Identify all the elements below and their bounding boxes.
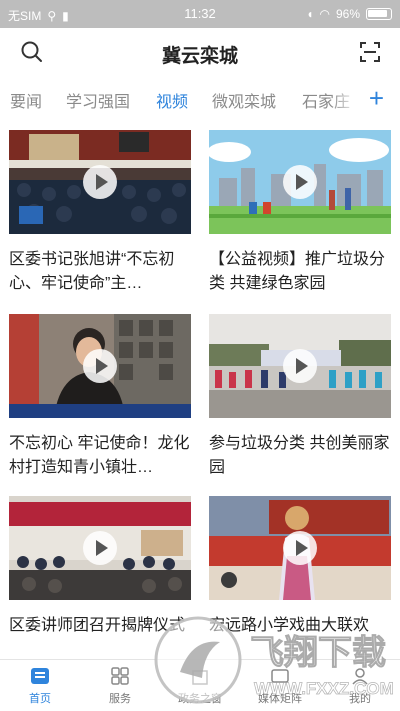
battery-percent: 96% — [335, 7, 360, 21]
play-icon[interactable] — [283, 165, 317, 199]
tab-weiguan[interactable]: 微观栾城 — [212, 88, 276, 112]
app-title: 冀云栾城 — [161, 46, 238, 67]
scan-icon[interactable] — [358, 40, 382, 64]
video-thumbnail[interactable] — [209, 314, 391, 418]
video-title[interactable]: 参与垃圾分类 共创美丽家园 — [209, 432, 393, 480]
wifi-icon: ◠ — [319, 7, 330, 21]
status-right: ◖ ◠ 96% — [306, 7, 392, 21]
video-title[interactable]: 不忘初心 牢记使命！龙化村打造知青小镇壮… — [9, 432, 193, 480]
tab-video[interactable]: 视频 — [156, 88, 188, 112]
play-icon[interactable] — [283, 531, 317, 565]
video-title[interactable]: 区委书记张旭讲“不忘初心、牢记使命”主… — [9, 248, 193, 296]
play-icon[interactable] — [83, 531, 117, 565]
video-thumbnail[interactable] — [9, 130, 191, 234]
play-icon[interactable] — [83, 349, 117, 383]
app-header: 冀云栾城 — [0, 28, 400, 76]
nav-label: 首页 — [29, 693, 51, 705]
video-thumbnail[interactable] — [9, 314, 191, 418]
nav-label: 服务 — [109, 693, 131, 705]
video-title[interactable]: 【公益视频】推广垃圾分类 共建绿色家园 — [209, 248, 393, 296]
battery-icon — [366, 8, 392, 20]
home-icon — [31, 668, 49, 684]
status-bar: 无SIM ⚲ ▮ 11:32 ◖ ◠ 96% — [0, 0, 400, 28]
nav-service[interactable]: 服务 — [80, 660, 160, 711]
grid-icon — [111, 667, 129, 685]
video-thumbnail[interactable] — [9, 496, 191, 600]
play-icon[interactable] — [83, 165, 117, 199]
tab-fade — [330, 80, 360, 120]
channel-tabs: 要闻 学习强国 视频 微观栾城 石家庄 + — [0, 80, 400, 120]
tab-yaowen[interactable]: 要闻 — [10, 88, 42, 112]
tab-xuexi[interactable]: 学习强国 — [66, 88, 130, 112]
nav-home[interactable]: 首页 — [0, 660, 80, 711]
watermark-logo: 飞翔下载 WWW.FXXZ.COM — [154, 616, 394, 704]
video-thumbnail[interactable] — [209, 496, 391, 600]
watermark-brand: 飞翔下载 — [250, 634, 386, 672]
video-thumbnail[interactable] — [209, 130, 391, 234]
add-channel-icon[interactable]: + — [369, 83, 384, 113]
mute-icon: ◖ — [306, 7, 314, 21]
play-icon[interactable] — [283, 349, 317, 383]
watermark-url: WWW.FXXZ.COM — [254, 679, 394, 698]
